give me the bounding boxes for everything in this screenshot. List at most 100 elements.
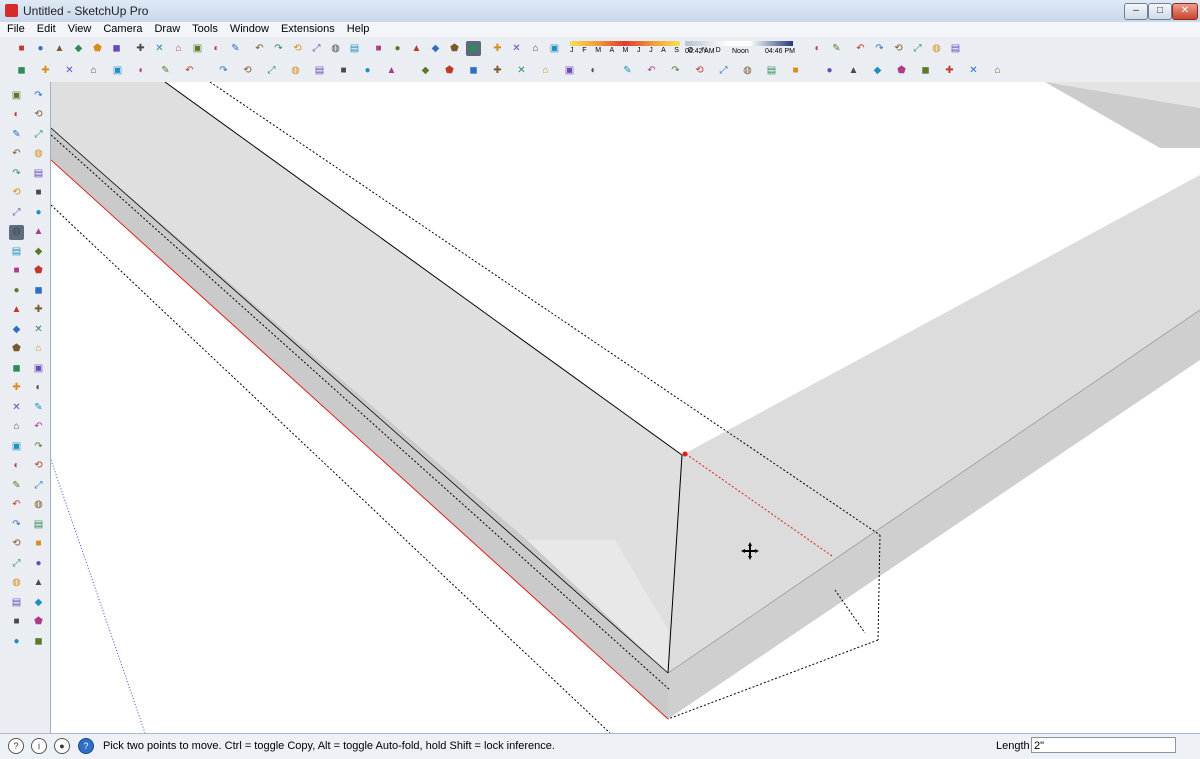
layer-icon[interactable]: ▤ xyxy=(31,517,46,532)
text-icon[interactable]: ⬟ xyxy=(31,264,46,279)
erase-icon[interactable]: ✚ xyxy=(133,41,148,56)
sandbox-icon[interactable]: ⤢ xyxy=(9,556,24,571)
outer-shell-icon[interactable]: ✚ xyxy=(490,63,505,78)
menu-help[interactable]: Help xyxy=(340,22,375,37)
help-icon[interactable]: ? xyxy=(78,738,94,754)
shaded-textures-icon[interactable]: ⬟ xyxy=(447,41,462,56)
generic-icon[interactable]: ■ xyxy=(9,615,24,630)
save-icon[interactable]: ▲ xyxy=(52,41,67,56)
user-icon[interactable]: ● xyxy=(54,738,70,754)
two-point-arc-icon[interactable]: ▤ xyxy=(31,166,46,181)
pie-icon[interactable]: ▣ xyxy=(110,63,125,78)
geo-location-icon[interactable]: ◍ xyxy=(929,41,944,56)
dynamic-component-icon[interactable]: ✎ xyxy=(829,41,844,56)
menu-draw[interactable]: Draw xyxy=(147,22,185,37)
3d-text-icon[interactable]: ✚ xyxy=(31,303,46,318)
position-camera-icon[interactable]: ▣ xyxy=(9,439,24,454)
text-icon[interactable]: ⌂ xyxy=(538,63,553,78)
freehand-icon[interactable]: ✚ xyxy=(38,63,53,78)
section-plane-icon[interactable]: ⌂ xyxy=(528,41,543,56)
flip-edge-icon[interactable]: ◍ xyxy=(740,63,755,78)
outliner-icon[interactable]: ■ xyxy=(31,537,46,552)
drawing-viewport[interactable] xyxy=(51,82,1200,733)
rotated-rect-icon[interactable]: ⤢ xyxy=(31,127,46,142)
intersect-icon[interactable]: ● xyxy=(360,63,375,78)
print-icon[interactable]: ▣ xyxy=(190,41,205,56)
model-scene[interactable] xyxy=(51,82,1200,733)
sketch-icon[interactable]: ◼ xyxy=(31,634,46,649)
pushpull-icon[interactable]: ■ xyxy=(336,63,351,78)
look-around-icon[interactable]: ⌂ xyxy=(9,420,24,435)
make-component-icon[interactable]: ✎ xyxy=(31,400,46,415)
menu-view[interactable]: View xyxy=(61,22,97,37)
circle-icon[interactable]: ◐ xyxy=(134,63,149,78)
spiral-icon[interactable]: ⤢ xyxy=(9,205,24,220)
door-icon[interactable]: ↷ xyxy=(31,439,46,454)
select-icon[interactable]: ▣ xyxy=(9,88,24,103)
polygon-icon[interactable]: ✎ xyxy=(158,63,173,78)
new-file-icon[interactable]: ■ xyxy=(14,41,29,56)
rectangle-icon[interactable]: ↶ xyxy=(182,63,197,78)
chamfer-icon[interactable]: ⌂ xyxy=(990,63,1005,78)
monochrome-icon[interactable]: ◼ xyxy=(466,41,481,56)
menu-edit[interactable]: Edit xyxy=(30,22,61,37)
smoove-icon[interactable]: ↶ xyxy=(644,63,659,78)
style-icon[interactable]: ⬟ xyxy=(31,615,46,630)
measurements-box[interactable]: 2" xyxy=(1031,737,1176,753)
look-around-icon[interactable]: ⌂ xyxy=(31,342,46,357)
section-icon[interactable]: ◐ xyxy=(9,459,24,474)
component-icon[interactable]: ◍ xyxy=(9,576,24,591)
extension-icon[interactable]: ↷ xyxy=(872,41,887,56)
pencil-icon[interactable]: ✎ xyxy=(9,127,24,142)
copy-icon[interactable]: ⬟ xyxy=(90,41,105,56)
rotated-rect-icon[interactable]: ↷ xyxy=(216,63,231,78)
undo-icon[interactable]: ✕ xyxy=(152,41,167,56)
paint-icon[interactable]: ↷ xyxy=(9,517,24,532)
scenes-icon[interactable]: ▲ xyxy=(31,576,46,591)
warehouse-icon[interactable]: ↶ xyxy=(853,41,868,56)
offset-icon[interactable]: ◍ xyxy=(288,63,303,78)
solid-tools-icon[interactable]: ⤢ xyxy=(910,41,925,56)
maximize-button[interactable]: □ xyxy=(1148,3,1172,20)
arc-icon[interactable]: ⟲ xyxy=(9,186,24,201)
dimension-icon[interactable]: ✕ xyxy=(514,63,529,78)
trim-icon[interactable]: ⬟ xyxy=(442,63,457,78)
paint-bucket-icon[interactable]: ◐ xyxy=(9,108,24,123)
xray-icon[interactable]: ▤ xyxy=(347,41,362,56)
menu-extensions[interactable]: Extensions xyxy=(274,22,340,37)
follow-me-icon[interactable]: ▲ xyxy=(31,225,46,240)
pie-icon[interactable]: ■ xyxy=(31,186,46,201)
zoom-icon[interactable]: ◆ xyxy=(9,322,24,337)
credits-icon[interactable]: i xyxy=(31,738,47,754)
geo-location-icon[interactable]: ? xyxy=(8,738,24,754)
close-button[interactable]: ✕ xyxy=(1172,3,1198,20)
roof-icon[interactable]: ↶ xyxy=(31,420,46,435)
push-pull-icon[interactable]: ● xyxy=(31,205,46,220)
split-icon[interactable]: ◼ xyxy=(466,63,481,78)
eraser-icon[interactable]: ↷ xyxy=(31,88,46,103)
freehand-icon[interactable]: ⟲ xyxy=(31,108,46,123)
orbit-icon[interactable]: ◼ xyxy=(9,361,24,376)
union-icon[interactable]: ▲ xyxy=(384,63,399,78)
menu-tools[interactable]: Tools xyxy=(185,22,223,37)
wireframe-icon[interactable]: ● xyxy=(390,41,405,56)
two-point-arc-icon[interactable]: ⌂ xyxy=(86,63,101,78)
subtract-icon[interactable]: ◆ xyxy=(418,63,433,78)
drape-icon[interactable]: ⟲ xyxy=(692,63,707,78)
axes-icon[interactable]: ↶ xyxy=(9,498,24,513)
move-icon[interactable]: ● xyxy=(822,63,837,78)
front-view-icon[interactable]: ↷ xyxy=(271,41,286,56)
move-icon[interactable]: ◍ xyxy=(9,224,24,240)
window-icon[interactable]: ⟲ xyxy=(31,459,46,474)
selection-icon[interactable]: ✚ xyxy=(942,63,957,78)
model-icon[interactable]: ● xyxy=(9,634,24,649)
cut-icon[interactable]: ◆ xyxy=(71,41,86,56)
dims-icon[interactable]: ✎ xyxy=(9,478,24,493)
minimize-button[interactable]: – xyxy=(1124,3,1148,20)
shadows-icon[interactable]: ✚ xyxy=(490,41,505,56)
circle-icon[interactable]: ↷ xyxy=(9,166,24,181)
menu-file[interactable]: File xyxy=(0,22,30,37)
paste-icon[interactable]: ◼ xyxy=(109,41,124,56)
shadow-time-slider[interactable]: 06:42 AM Noon 04:46 PM xyxy=(685,41,797,55)
model-info-icon[interactable]: ◐ xyxy=(209,41,224,56)
